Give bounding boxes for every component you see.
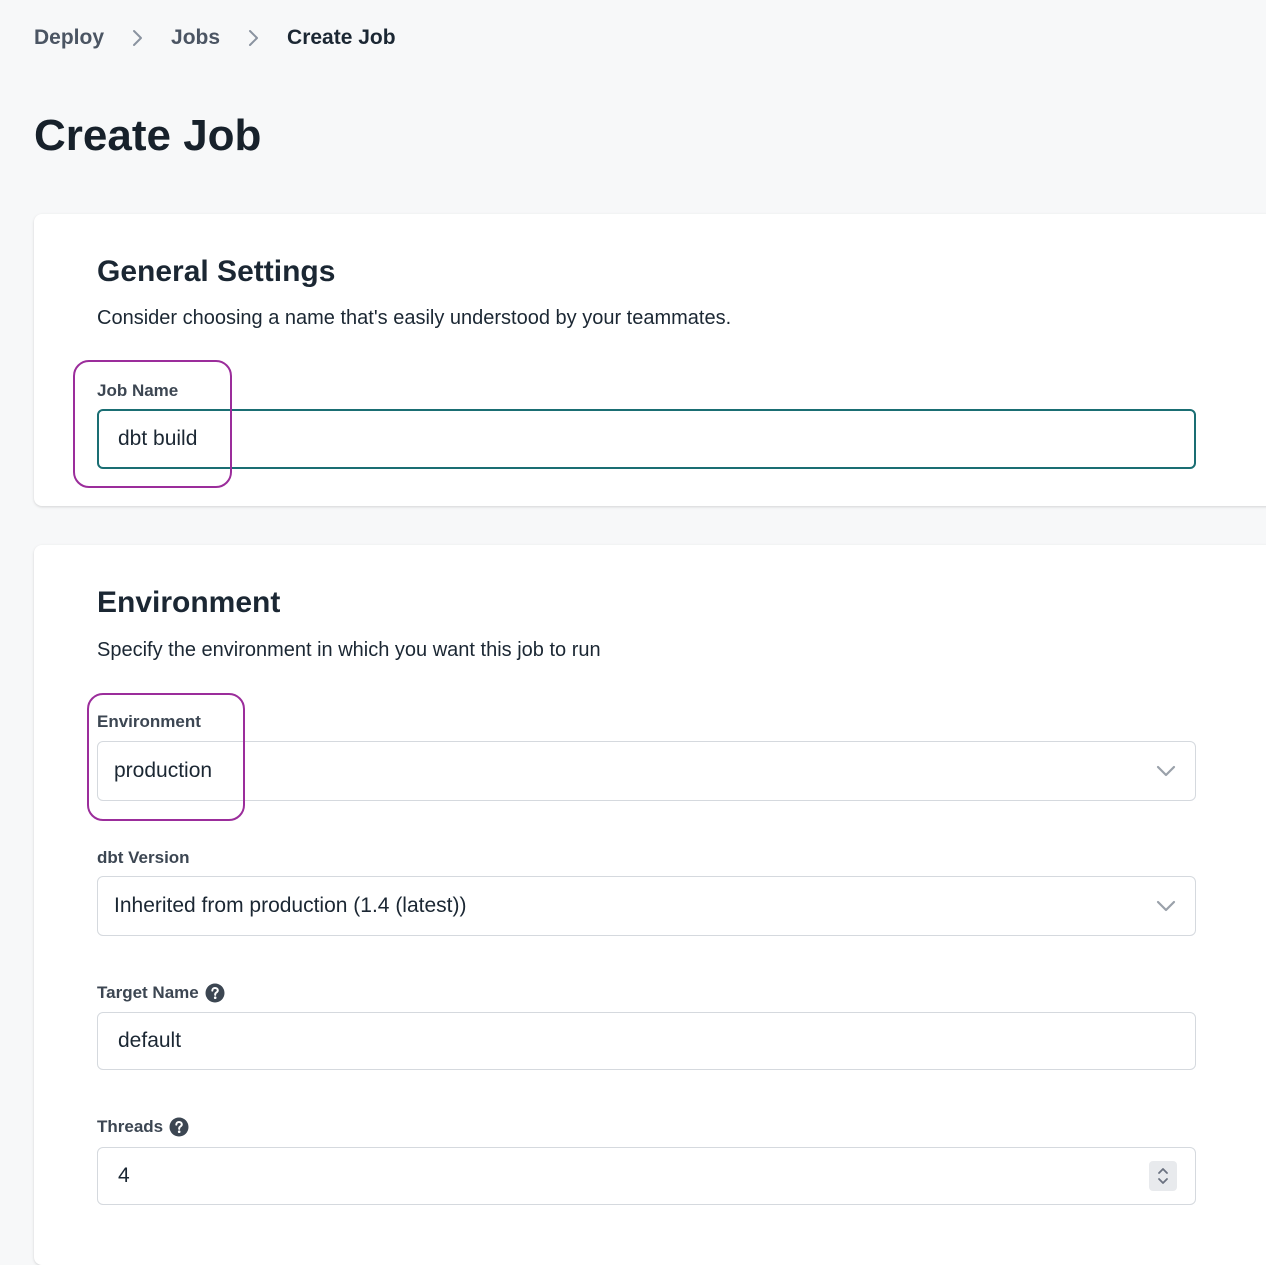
target-name-value: default	[118, 1029, 182, 1052]
environment-title: Environment	[97, 586, 281, 619]
job-name-input[interactable]: dbt build	[97, 409, 1196, 469]
dbt-version-select[interactable]: Inherited from production (1.4 (latest))	[97, 876, 1196, 936]
threads-label: Threads	[97, 1117, 164, 1136]
general-settings-title: General Settings	[97, 255, 336, 288]
threads-input[interactable]: 4	[97, 1147, 1196, 1205]
dbt-version-label: dbt Version	[97, 848, 190, 867]
environment-card: Environment Specify the environment in w…	[34, 545, 1266, 1265]
chevron-right-icon	[248, 29, 259, 47]
environment-description: Specify the environment in which you wan…	[97, 639, 601, 661]
general-settings-description: Consider choosing a name that's easily u…	[97, 307, 732, 329]
threads-label-row: Threads	[97, 1115, 189, 1139]
breadcrumb-jobs[interactable]: Jobs	[171, 26, 220, 50]
chevron-right-icon	[132, 29, 143, 47]
environment-select[interactable]: production	[97, 741, 1196, 801]
job-name-value: dbt build	[118, 427, 198, 450]
environment-label: Environment	[97, 712, 201, 731]
environment-value: production	[114, 759, 213, 782]
breadcrumb: Deploy Jobs Create Job	[34, 22, 396, 54]
threads-value: 4	[118, 1164, 130, 1187]
page-title: Create Job	[34, 111, 262, 160]
breadcrumb-deploy[interactable]: Deploy	[34, 26, 104, 50]
breadcrumb-create-job: Create Job	[287, 26, 396, 49]
dbt-version-value: Inherited from production (1.4 (latest))	[114, 894, 467, 917]
job-name-label: Job Name	[97, 381, 179, 400]
general-settings-card: General Settings Consider choosing a nam…	[34, 214, 1266, 506]
chevron-down-icon	[1156, 765, 1176, 777]
chevron-down-icon	[1156, 900, 1176, 912]
target-name-input[interactable]: default	[97, 1012, 1196, 1070]
help-circle-icon[interactable]	[169, 1117, 189, 1137]
stepper-arrows-icon[interactable]	[1149, 1161, 1177, 1191]
help-circle-icon[interactable]	[205, 983, 225, 1003]
target-name-label: Target Name	[97, 983, 199, 1002]
target-name-label-row: Target Name	[97, 981, 225, 1005]
